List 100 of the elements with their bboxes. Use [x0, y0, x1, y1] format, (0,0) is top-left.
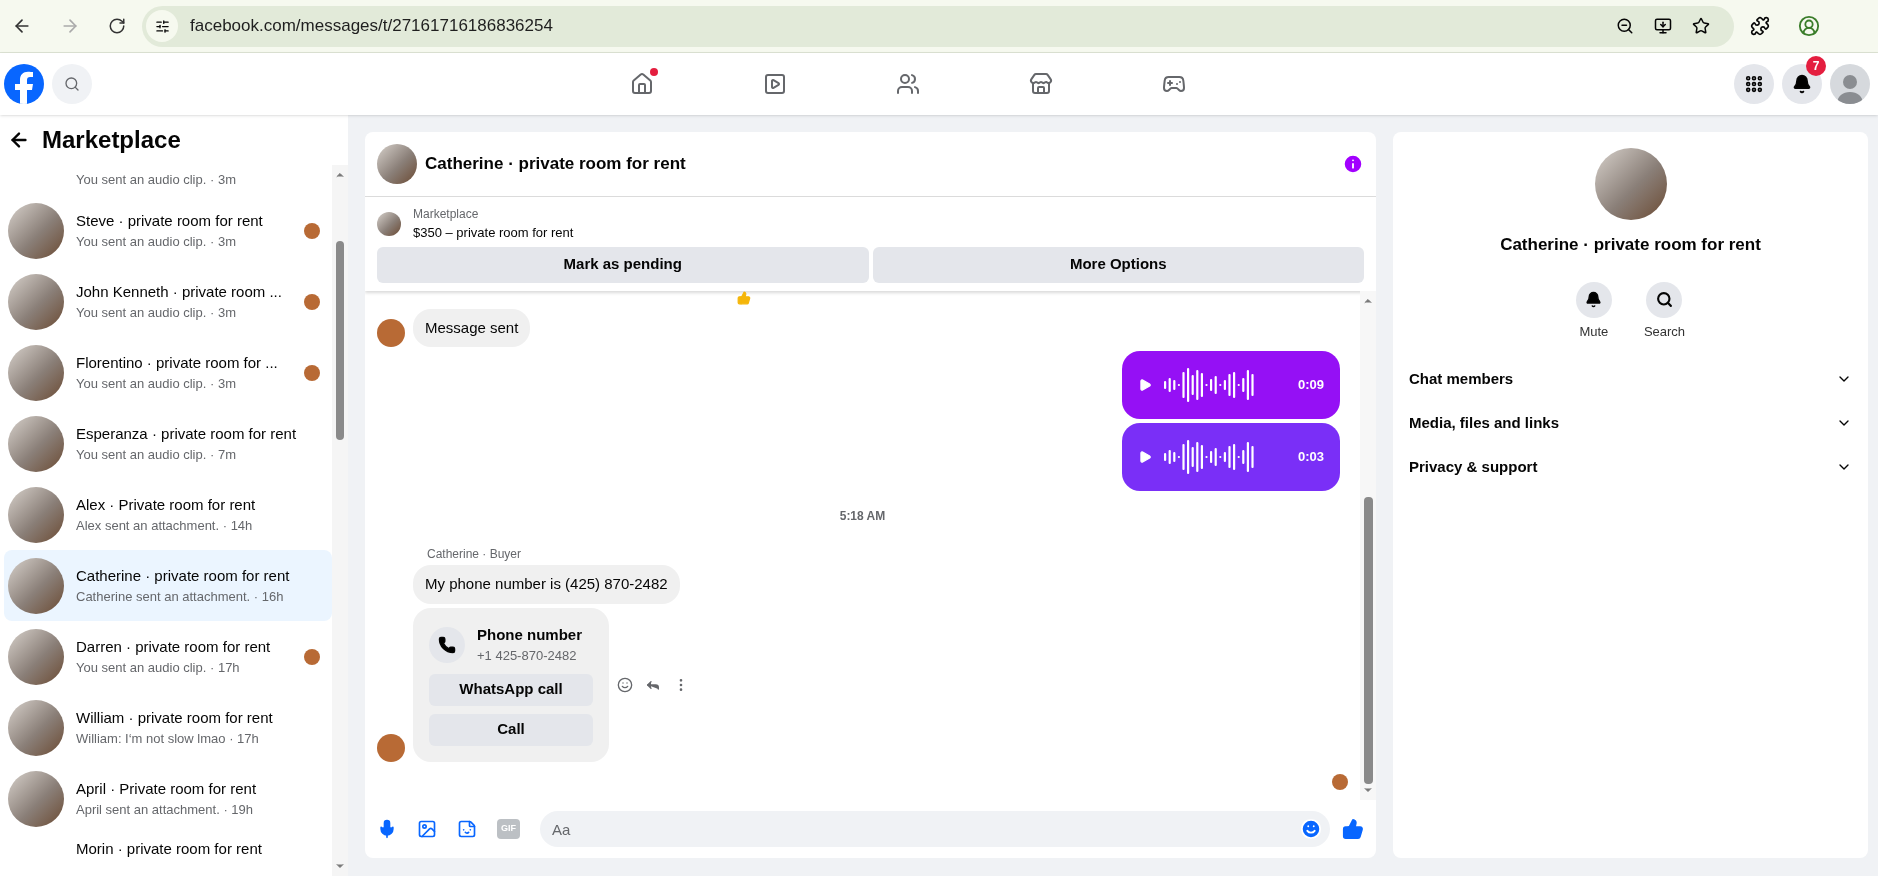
- search-button[interactable]: [52, 64, 92, 104]
- scrollbar[interactable]: [332, 165, 348, 876]
- scrollbar-thumb[interactable]: [1363, 496, 1373, 784]
- search-icon: [1656, 291, 1673, 308]
- conversation-item[interactable]: Darren · private room for rent You sent an audio clip. · 17h: [4, 621, 332, 692]
- grid-icon: [1744, 74, 1764, 94]
- conversation-item[interactable]: William · private room for rent William: I‘m not slow lmao · 17h: [4, 692, 332, 763]
- conversation-preview: You sent an audio clip. · 3m: [76, 375, 237, 393]
- conversation-preview: You sent an audio clip. · 7m: [76, 446, 237, 464]
- conversation-preview: You sent an audio clip. · 17h: [76, 659, 241, 677]
- conversation-title: Morin · private room for rent: [76, 838, 263, 859]
- menu-button[interactable]: [1734, 64, 1774, 104]
- like-icon[interactable]: [1342, 818, 1364, 840]
- logo-icon[interactable]: [4, 64, 44, 104]
- photo-placeholder: [377, 211, 401, 236]
- phone-icon: [429, 626, 465, 663]
- bookmark-icon[interactable]: [1692, 17, 1710, 35]
- audio-message[interactable]: 0:03: [1122, 423, 1340, 491]
- photo-placeholder: [377, 144, 417, 184]
- conversation-item[interactable]: Florentino · private room for ... You sent an audio clip. · 3m: [4, 337, 332, 408]
- conversation-item[interactable]: Alex · Private room for rent Alex sent an attachment. · 14h: [4, 479, 332, 550]
- avatar: [304, 648, 320, 665]
- listing-action-button[interactable]: Mark as pending: [377, 246, 869, 283]
- conversation-title: William · private room for rent: [76, 707, 274, 728]
- scrollbar[interactable]: [1360, 290, 1376, 800]
- reload-icon[interactable]: [108, 17, 126, 35]
- audio-message[interactable]: 0:09: [1122, 351, 1340, 419]
- scrollbar-thumb[interactable]: [336, 241, 344, 440]
- address-bar[interactable]: facebook.com/messages/t/27161716186836254: [142, 5, 1734, 47]
- conversation-title: Esperanza · private room for rent: [76, 423, 298, 444]
- contact-title: Phone number: [477, 624, 582, 645]
- profile-icon[interactable]: [1798, 15, 1820, 37]
- avatar: [304, 364, 320, 381]
- listing-title: $350 – private room for rent: [413, 224, 574, 242]
- action-label: Mute: [1579, 322, 1609, 341]
- message-time: 5:18 AM: [839, 508, 886, 525]
- conversation-title: John Kenneth · private room ...: [76, 281, 283, 302]
- sidebar-title: Marketplace: [42, 125, 181, 155]
- details-section[interactable]: Privacy & support: [1405, 445, 1856, 489]
- conversation-item[interactable]: April · Private room for rent April sent an attachment. · 19h: [4, 763, 332, 834]
- avatar: [304, 293, 320, 310]
- conversation-preview: You sent an audio clip. · 3m: [76, 171, 237, 190]
- conversation-title: Darren · private room for rent: [76, 636, 272, 657]
- details-title: Catherine · private room for rent: [1500, 234, 1761, 256]
- play-icon[interactable]: [1138, 378, 1152, 392]
- play-icon[interactable]: [1138, 450, 1152, 464]
- url-text: facebook.com/messages/t/27161716186836254: [190, 15, 553, 38]
- conversation-title: Alex · Private room for rent: [76, 494, 257, 515]
- conversation-title: Steve · private room for rent: [76, 210, 264, 231]
- video-icon: [763, 72, 787, 96]
- conversation-item[interactable]: John Kenneth · private room ... You sent an audio clip. · 3m: [4, 266, 332, 337]
- zoom-out-icon[interactable]: [1616, 17, 1634, 35]
- bell-icon: [1792, 74, 1812, 94]
- extensions-icon[interactable]: [1750, 16, 1770, 36]
- react-icon[interactable]: [617, 676, 633, 693]
- site-settings-icon[interactable]: [146, 10, 178, 42]
- call-button[interactable]: WhatsApp call: [429, 673, 593, 706]
- microphone-icon[interactable]: [377, 819, 397, 839]
- conversation-title: April · Private room for rent: [76, 778, 258, 799]
- conversation-title: Catherine · private room for rent: [76, 565, 291, 586]
- avatar: [1332, 773, 1348, 790]
- audio-duration: 0:03: [1297, 448, 1324, 467]
- details-section[interactable]: Chat members: [1405, 357, 1856, 401]
- conversation-item[interactable]: You sent an audio clip. · 3m: [4, 165, 332, 195]
- friends-icon: [896, 72, 920, 96]
- chat-title: Catherine · private room for rent: [425, 153, 686, 176]
- conversation-preview: Catherine sent an attachment. · 16h: [76, 588, 285, 606]
- marketplace-icon: [1029, 72, 1053, 96]
- notification-badge: 7: [1806, 56, 1826, 76]
- details-section[interactable]: Media, files and links: [1405, 401, 1856, 445]
- conversation-preview: April sent an attachment. · 19h: [76, 801, 255, 819]
- conversation-item[interactable]: Steve · private room for rent You sent an audio clip. · 3m: [4, 195, 332, 266]
- search-icon: [64, 76, 80, 92]
- sender-label: Catherine · Buyer: [427, 547, 522, 561]
- conversation-item[interactable]: Catherine · private room for rent Catherine sent an attachment. · 16h: [4, 550, 332, 621]
- conversation-preview: You sent an audio clip. · 3m: [76, 304, 237, 322]
- emoji-icon[interactable]: [1300, 818, 1322, 840]
- contact-number: +1 425-870-2482: [477, 647, 578, 665]
- conversation-preview: William: I‘m not slow lmao · 17h: [76, 730, 260, 748]
- message-input[interactable]: Aa: [540, 811, 1330, 847]
- conversation-item[interactable]: Esperanza · private room for rent You sent an audio clip. · 7m: [4, 408, 332, 479]
- conversation-preview: You sent an audio clip. · 3m: [76, 233, 237, 251]
- message-bubble: My phone number is (425) 870-2482: [413, 565, 680, 604]
- listing-action-button[interactable]: More Options: [872, 246, 1364, 283]
- info-icon[interactable]: [1342, 153, 1364, 175]
- bell-icon: [1585, 291, 1603, 308]
- listing-label: Marketplace: [413, 206, 480, 223]
- avatar: [377, 319, 405, 347]
- sticker-icon[interactable]: [457, 819, 477, 839]
- message-bubble: Message sent: [413, 308, 531, 347]
- avatar: [377, 733, 405, 762]
- conversation-preview: Alex sent an attachment. · 14h: [76, 517, 254, 535]
- call-button[interactable]: Call: [429, 713, 593, 746]
- image-icon[interactable]: [417, 819, 437, 839]
- install-icon[interactable]: [1654, 17, 1672, 35]
- conversation-item[interactable]: Morin · private room for rent: [4, 834, 332, 864]
- avatar: [304, 222, 320, 239]
- audio-duration: 0:09: [1297, 376, 1324, 395]
- action-label: Search: [1643, 322, 1686, 341]
- profile-avatar[interactable]: [1830, 64, 1870, 104]
